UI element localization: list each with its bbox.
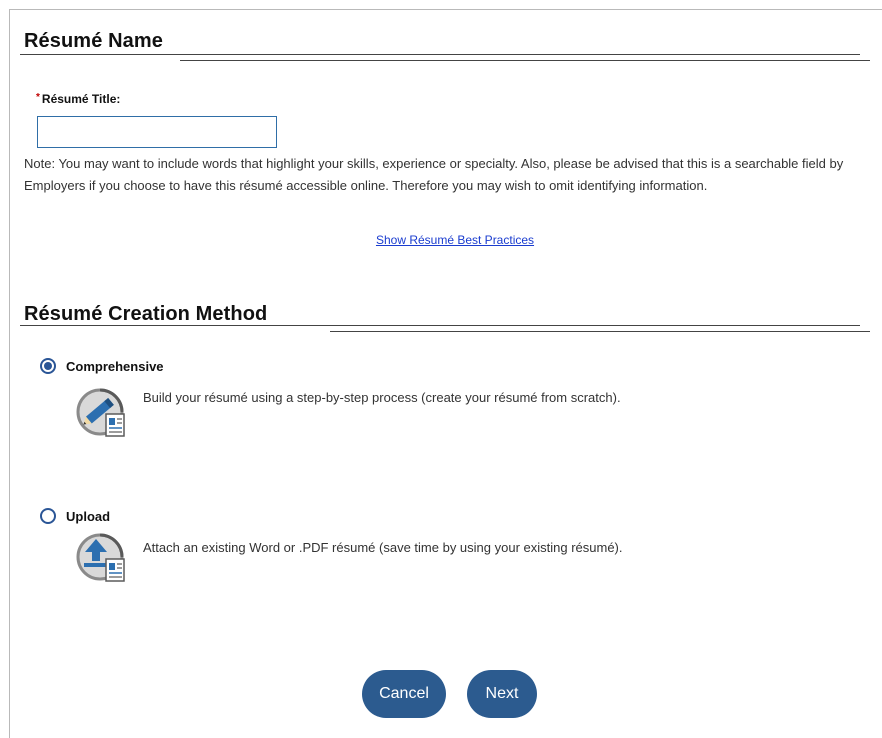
comprehensive-label: Comprehensive: [66, 358, 164, 374]
cancel-button[interactable]: Cancel: [362, 670, 446, 718]
creation-method-heading: Résumé Creation Method: [24, 303, 268, 325]
heading-underline: [20, 325, 860, 326]
best-practices-link-row: Show Résumé Best Practices: [0, 233, 882, 247]
comprehensive-radio[interactable]: [40, 358, 56, 374]
resume-title-note: Note: You may want to include words that…: [24, 156, 844, 193]
resume-title-label: * Résumé Title:: [36, 92, 120, 106]
heading-rule: [180, 60, 870, 61]
show-best-practices-link[interactable]: Show Résumé Best Practices: [376, 233, 534, 247]
upload-document-icon: [76, 533, 125, 582]
upload-option[interactable]: Upload: [40, 508, 110, 524]
pencil-document-icon: [76, 388, 125, 437]
resume-name-heading: Résumé Name: [24, 30, 163, 52]
heading-underline: [20, 54, 860, 55]
next-button[interactable]: Next: [467, 670, 537, 718]
upload-label: Upload: [66, 508, 111, 524]
upload-description: Attach an existing Word or .PDF résumé (…: [143, 540, 623, 555]
upload-radio[interactable]: [40, 508, 56, 524]
resume-title-input[interactable]: [37, 116, 277, 148]
comprehensive-description: Build your résumé using a step-by-step p…: [143, 390, 621, 405]
comprehensive-option[interactable]: Comprehensive: [40, 358, 164, 374]
required-marker: *: [36, 92, 40, 103]
resume-title-label-text: Résumé Title:: [41, 92, 121, 106]
heading-rule: [330, 331, 870, 332]
